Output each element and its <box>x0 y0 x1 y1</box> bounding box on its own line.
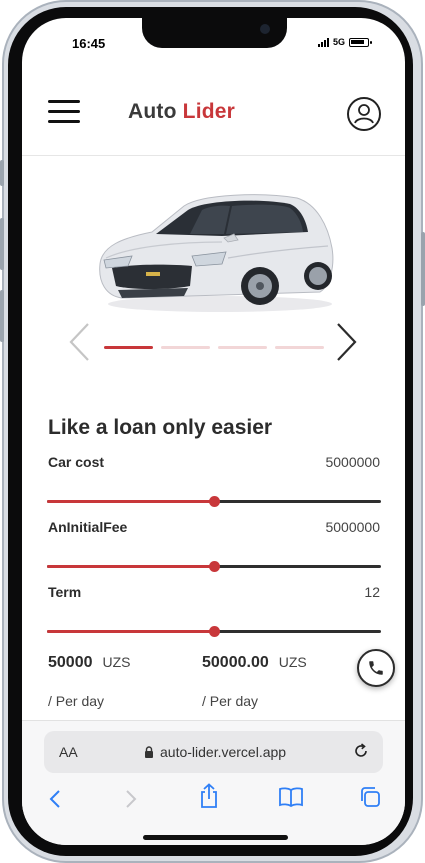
home-indicator[interactable] <box>143 835 288 840</box>
screen: 16:45 5G Auto Lider Like a loan only eas… <box>22 18 405 845</box>
carousel-dot[interactable] <box>104 346 153 349</box>
period-label: / Per day <box>48 693 105 709</box>
back-icon[interactable] <box>48 789 62 814</box>
section-title: Like a loan only easier <box>48 416 273 439</box>
term-slider[interactable] <box>47 625 381 637</box>
lock-icon <box>145 746 153 758</box>
slider-thumb[interactable] <box>209 561 220 572</box>
volume-button <box>0 290 4 342</box>
status-time: 16:45 <box>72 36 106 51</box>
logo-text-auto: Auto <box>128 100 177 123</box>
car-cost-slider[interactable] <box>47 495 381 507</box>
slider-thumb[interactable] <box>209 626 220 637</box>
initial-fee-label: AnInitialFee <box>48 519 128 535</box>
daily-payment-amount: 50000 UZS <box>48 654 131 672</box>
text-size-button[interactable]: AA <box>59 744 78 760</box>
carousel-dot[interactable] <box>275 346 324 349</box>
reload-icon[interactable] <box>352 742 370 765</box>
currency-label: UZS <box>278 654 307 670</box>
bookmarks-icon[interactable] <box>278 786 304 813</box>
amount-value: 50000.00 <box>202 654 269 671</box>
logo[interactable]: Auto Lider <box>128 100 235 124</box>
url-display[interactable]: auto-lider.vercel.app <box>144 744 286 760</box>
initial-fee-value: 5000000 <box>325 519 380 535</box>
carousel-dot[interactable] <box>161 346 210 349</box>
share-icon[interactable] <box>198 783 220 814</box>
phone-icon <box>369 661 383 675</box>
volume-down-button <box>0 218 4 270</box>
power-button <box>421 232 425 306</box>
amount-value: 50000 <box>48 654 93 671</box>
currency-label: UZS <box>102 654 131 670</box>
total-payment-amount: 50000.00 UZS <box>202 654 307 672</box>
car-cost-value: 5000000 <box>325 454 380 470</box>
car-image <box>92 186 337 316</box>
url-text: auto-lider.vercel.app <box>160 744 287 760</box>
volume-up-button <box>0 160 4 186</box>
call-button[interactable] <box>357 649 395 687</box>
period-label: / Per day <box>202 693 259 709</box>
chevron-left-icon[interactable] <box>66 320 92 364</box>
carousel-indicators <box>104 346 324 349</box>
chevron-right-icon[interactable] <box>334 320 360 364</box>
term-value: 12 <box>364 584 380 600</box>
browser-toolbar: AA auto-lider.vercel.app <box>22 720 405 845</box>
address-bar[interactable]: AA auto-lider.vercel.app <box>44 731 383 773</box>
menu-icon[interactable] <box>48 100 80 126</box>
term-label: Term <box>48 584 82 600</box>
carousel-dot[interactable] <box>218 346 267 349</box>
tabs-icon[interactable] <box>358 785 382 814</box>
car-cost-label: Car cost <box>48 454 105 470</box>
camera <box>260 24 270 34</box>
app-header: Auto Lider <box>22 88 405 156</box>
signal-icon <box>317 37 329 47</box>
user-icon[interactable] <box>347 97 381 131</box>
notch <box>142 18 287 48</box>
battery-icon <box>349 37 372 47</box>
logo-text-lider: Lider <box>182 100 236 123</box>
slider-thumb[interactable] <box>209 496 220 507</box>
initial-fee-slider[interactable] <box>47 560 381 572</box>
network-label: 5G <box>332 37 345 47</box>
forward-icon[interactable] <box>124 789 138 814</box>
status-icons: 5G <box>317 37 372 47</box>
